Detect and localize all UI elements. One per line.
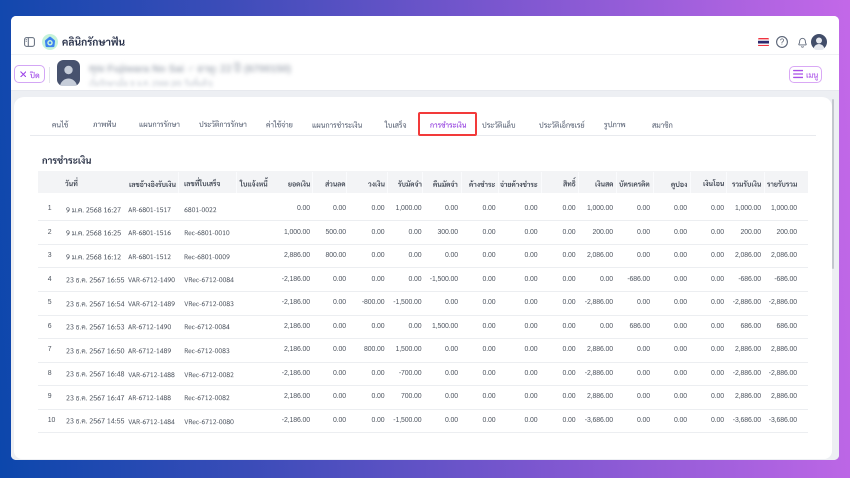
svg-text:?: ? [780,38,785,47]
